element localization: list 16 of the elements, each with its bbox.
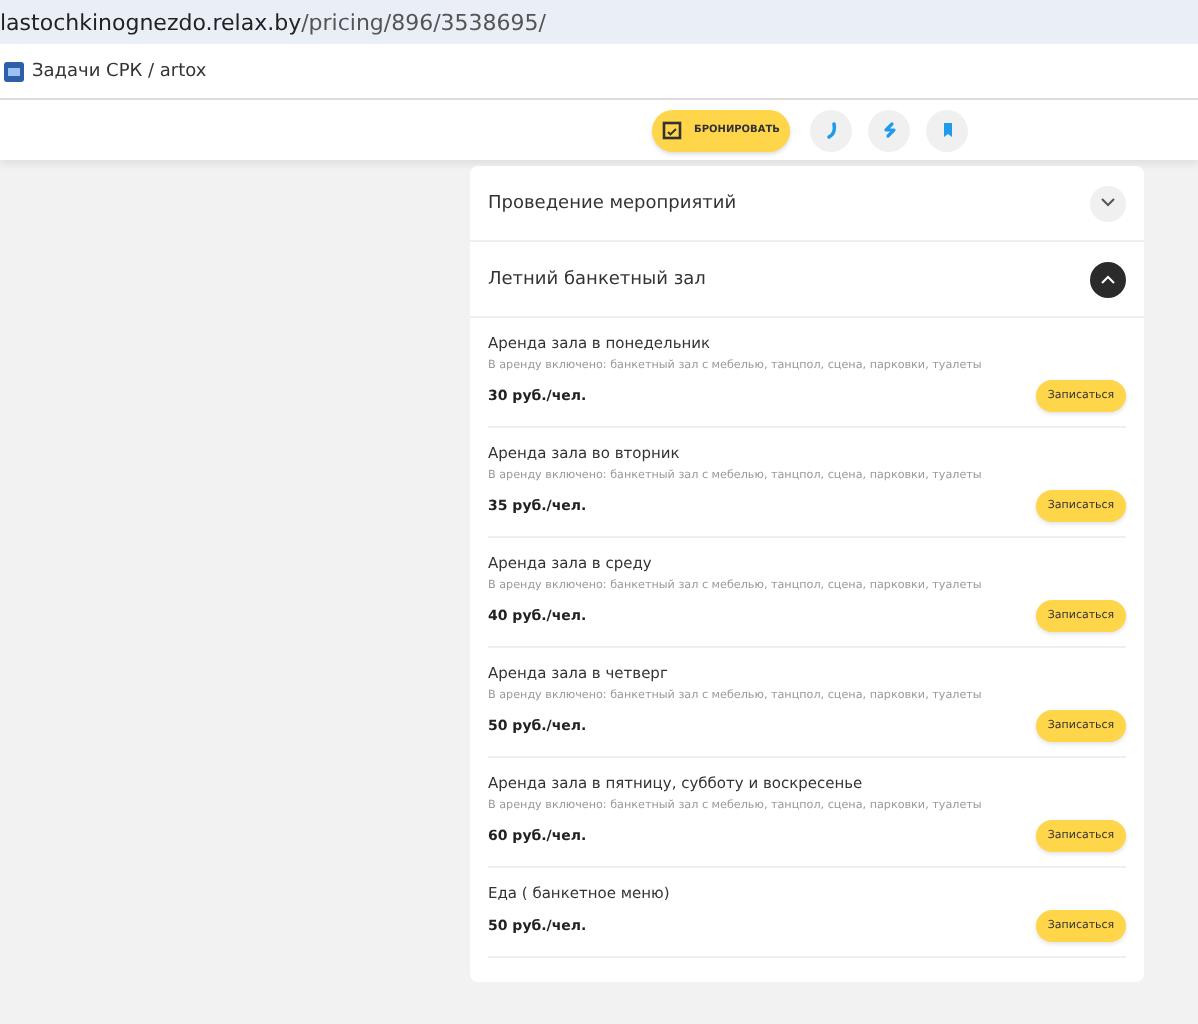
expand-toggle[interactable] xyxy=(1090,185,1126,221)
expand-toggle[interactable] xyxy=(1090,261,1126,297)
phone-button[interactable] xyxy=(810,109,852,151)
bookmark-item[interactable]: Задачи СРК / artox xyxy=(4,61,207,81)
chevron-up-icon xyxy=(1100,274,1116,284)
bookmark-button[interactable] xyxy=(926,109,968,151)
section-title: Проведение мероприятий xyxy=(488,193,737,213)
phone-icon xyxy=(821,120,841,140)
calendar-icon xyxy=(662,120,683,140)
bookmark-favicon-icon xyxy=(4,61,24,81)
url-path: /pricing/896/3538695/ xyxy=(301,9,547,35)
share-button[interactable] xyxy=(868,109,910,151)
address-bar[interactable]: lastochkinognezdo.relax.by/pricing/896/3538695/ xyxy=(0,0,1198,44)
section-title: Летний банкетный зал xyxy=(488,269,706,289)
url-host: lastochkinognezdo.relax.by xyxy=(0,9,302,35)
chevron-down-icon xyxy=(1100,198,1116,208)
